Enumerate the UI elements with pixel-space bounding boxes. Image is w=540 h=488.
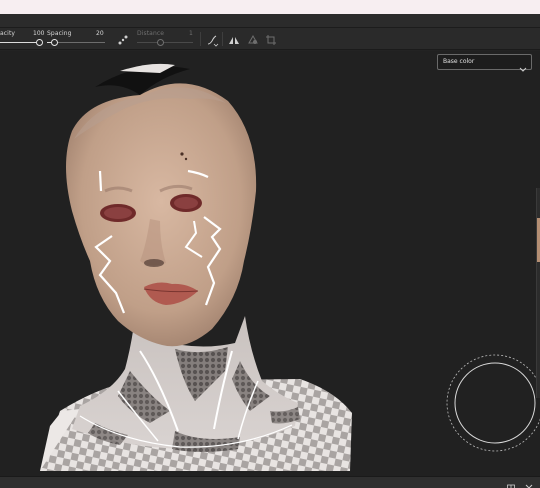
window-top-strip: [0, 0, 540, 14]
channel-select-value: Base color: [443, 58, 475, 65]
toolbar-separator: [222, 32, 223, 46]
menu-bar: [0, 14, 540, 28]
distance-value: 1: [189, 30, 193, 37]
symmetry-icon[interactable]: [227, 32, 241, 46]
bottom-panel-bar: [0, 476, 540, 488]
distance-slider-knob: [157, 39, 164, 46]
spacing-value[interactable]: 20: [96, 30, 104, 37]
brush-cursor-circle: [446, 354, 540, 452]
opacity-slider-knob[interactable]: [36, 39, 43, 46]
stencil-icon[interactable]: [246, 32, 260, 46]
adjacent-panel-edge: [536, 188, 540, 398]
channel-select-dropdown[interactable]: Base color: [437, 54, 532, 72]
transform-icon[interactable]: [264, 32, 278, 46]
3d-viewport[interactable]: [0, 51, 540, 476]
distance-label: Distance: [137, 30, 165, 37]
close-icon[interactable]: [524, 478, 534, 488]
spacing-dots-icon[interactable]: [116, 32, 130, 46]
spacing-slider-knob[interactable]: [51, 39, 58, 46]
opacity-value[interactable]: 100: [33, 30, 44, 37]
brush-properties-toolbar: acity 100 Spacing 20 Distance 1: [0, 28, 540, 50]
chevron-down-icon: [519, 58, 527, 72]
opacity-label: acity: [0, 30, 16, 37]
panel-dock-icon[interactable]: [506, 478, 516, 488]
toolbar-separator: [200, 32, 201, 46]
spacing-label: Spacing: [47, 30, 72, 37]
lazy-mouse-icon[interactable]: [205, 32, 219, 47]
